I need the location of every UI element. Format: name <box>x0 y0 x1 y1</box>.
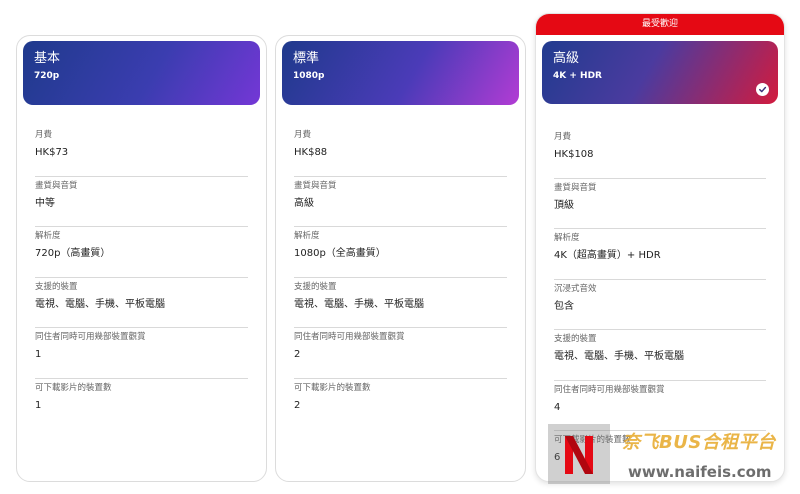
plan-card-basic[interactable]: 基本 720p 月費 HK$73 畫質與音質 中等 解析度 720p（高畫質） … <box>16 35 267 482</box>
detail-label: 支援的裝置 <box>294 281 337 292</box>
detail-row-spatial-audio: 沉浸式音效 包含 <box>554 280 766 330</box>
detail-value: 4 <box>554 401 561 413</box>
detail-row-quality: 畫質與音質 中等 <box>35 177 248 227</box>
detail-label: 畫質與音質 <box>35 180 78 191</box>
detail-row-quality: 畫質與音質 頂級 <box>554 179 766 229</box>
plan-resolution: 4K + HDR <box>553 71 602 81</box>
detail-label: 解析度 <box>35 231 61 241</box>
detail-value: 電視、電腦、手機、平板電腦 <box>35 298 165 310</box>
watermark-url: www.naifeis.com <box>628 463 772 481</box>
detail-row-monthly-price: 月費 HK$108 <box>554 128 766 179</box>
detail-label: 月費 <box>554 132 572 142</box>
plan-resolution: 720p <box>34 71 60 81</box>
detail-row-download-devices: 可下載影片的裝置數 2 <box>294 379 507 430</box>
detail-row-monthly-price: 月費 HK$73 <box>35 126 248 177</box>
detail-row-monthly-price: 月費 HK$88 <box>294 126 507 177</box>
detail-label: 可下載影片的裝置數 <box>35 382 112 393</box>
plan-name: 基本 <box>34 51 61 66</box>
detail-value: 電視、電腦、手機、平板電腦 <box>554 351 684 362</box>
detail-label: 畫質與音質 <box>554 182 597 193</box>
most-popular-badge: 最受歡迎 <box>536 14 784 35</box>
detail-label: 畫質與音質 <box>294 180 337 191</box>
netflix-n-logo-icon <box>548 424 610 484</box>
check-circle-icon <box>756 83 769 96</box>
detail-value: 中等 <box>35 197 55 209</box>
detail-label: 同住者同時可用幾部裝置觀賞 <box>294 332 405 342</box>
detail-value: 高級 <box>294 197 314 209</box>
detail-label: 可下載影片的裝置數 <box>294 382 371 393</box>
plan-details-standard: 月費 HK$88 畫質與音質 高級 解析度 1080p（全高畫質） 支援的裝置 … <box>294 126 507 429</box>
detail-value: 4K（超高畫質）+ HDR <box>554 250 661 261</box>
detail-value: 1080p（全高畫質） <box>294 248 386 259</box>
detail-row-simultaneous-streams: 同住者同時可用幾部裝置觀賞 2 <box>294 328 507 379</box>
detail-value: 720p（高畫質） <box>35 248 111 259</box>
detail-value: HK$108 <box>554 149 594 160</box>
plan-name: 標準 <box>293 51 320 66</box>
detail-label: 解析度 <box>554 233 580 243</box>
plan-name: 高級 <box>553 51 580 66</box>
plan-header-basic: 基本 720p <box>23 41 260 105</box>
plan-card-premium[interactable]: 最受歡迎 高級 4K + HDR 月費 HK$108 畫質與音質 頂級 解析度 … <box>535 13 785 482</box>
detail-value: 包含 <box>554 300 574 312</box>
detail-value: 頂級 <box>554 199 574 211</box>
detail-value: 電視、電腦、手機、平板電腦 <box>294 298 424 310</box>
detail-row-resolution: 解析度 1080p（全高畫質） <box>294 227 507 278</box>
detail-value: 2 <box>294 399 301 411</box>
detail-value: HK$88 <box>294 147 328 158</box>
detail-label: 月費 <box>294 130 312 140</box>
detail-value: 1 <box>35 399 42 411</box>
watermark-text: 奈飞BUS合租平台 <box>622 432 776 453</box>
detail-value: 1 <box>35 349 42 360</box>
detail-row-devices: 支援的裝置 電視、電腦、手機、平板電腦 <box>294 278 507 328</box>
detail-value: HK$73 <box>35 147 69 158</box>
detail-label: 支援的裝置 <box>554 334 597 344</box>
detail-label: 支援的裝置 <box>35 281 78 292</box>
detail-row-resolution: 解析度 720p（高畫質） <box>35 227 248 278</box>
plan-card-standard[interactable]: 標準 1080p 月費 HK$88 畫質與音質 高級 解析度 1080p（全高畫… <box>275 35 526 482</box>
detail-label: 解析度 <box>294 231 320 241</box>
detail-row-quality: 畫質與音質 高級 <box>294 177 507 227</box>
plan-header-premium: 高級 4K + HDR <box>542 41 778 104</box>
detail-row-download-devices: 可下載影片的裝置數 1 <box>35 379 248 430</box>
detail-label: 同住者同時可用幾部裝置觀賞 <box>554 384 665 395</box>
detail-row-simultaneous-streams: 同住者同時可用幾部裝置觀賞 1 <box>35 328 248 379</box>
detail-label: 月費 <box>35 130 53 140</box>
plan-header-standard: 標準 1080p <box>282 41 519 105</box>
detail-label: 同住者同時可用幾部裝置觀賞 <box>35 332 146 342</box>
detail-row-resolution: 解析度 4K（超高畫質）+ HDR <box>554 229 766 280</box>
detail-row-devices: 支援的裝置 電視、電腦、手機、平板電腦 <box>35 278 248 328</box>
detail-value: 2 <box>294 349 301 360</box>
detail-row-devices: 支援的裝置 電視、電腦、手機、平板電腦 <box>554 330 766 381</box>
detail-label: 沉浸式音效 <box>554 283 597 294</box>
plan-resolution: 1080p <box>293 71 325 81</box>
plan-details-basic: 月費 HK$73 畫質與音質 中等 解析度 720p（高畫質） 支援的裝置 電視… <box>35 126 248 429</box>
